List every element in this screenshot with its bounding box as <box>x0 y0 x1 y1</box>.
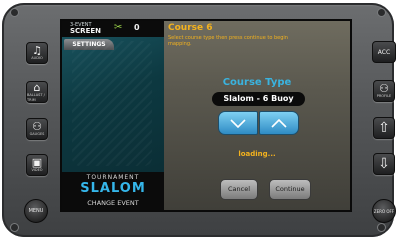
gauges-button[interactable]: ⚇ GAUGES <box>26 118 48 140</box>
audio-button[interactable]: ♫ AUDIO <box>26 42 48 64</box>
arrow-down-icon: ⇩ <box>378 156 390 172</box>
profile-button[interactable]: ⚇ PROFILE <box>373 80 395 102</box>
ballast-trim-button[interactable]: ⌂ BALLAST / TRIM <box>26 81 48 103</box>
up-button[interactable]: ⇧ <box>373 117 395 139</box>
cancel-button[interactable]: Cancel <box>220 179 258 200</box>
loading-status: loading... <box>238 150 276 158</box>
course-dialog: Course 6 Select course type then press c… <box>164 21 350 210</box>
gauges-caption: GAUGES <box>29 132 45 136</box>
profile-caption: PROFILE <box>376 94 392 98</box>
course-type-value: Slalom - 6 Buoy <box>212 92 305 106</box>
audio-caption: AUDIO <box>31 56 43 60</box>
event-panel[interactable]: TOURNAMENT SLALOM CHANGE EVENT <box>62 172 164 210</box>
screw-icon <box>11 9 18 16</box>
acc-label: ACC <box>377 48 391 56</box>
arrow-up-icon: ⇧ <box>378 120 390 136</box>
course-type-selector <box>218 111 299 135</box>
menu-label: MENU <box>28 208 44 214</box>
tournament-label: TOURNAMENT <box>86 174 140 181</box>
ballast-trim-caption: BALLAST / TRIM <box>27 92 45 102</box>
course-instructions: Select course type then press continue t… <box>168 35 288 47</box>
gauges-icon: ⚇ <box>32 120 42 133</box>
video-caption: VIDEO <box>31 168 43 172</box>
counter-value: 0 <box>134 23 140 32</box>
settings-tab[interactable]: SETTINGS <box>64 39 114 50</box>
course-type-label: Course Type <box>222 77 292 88</box>
screw-icon <box>11 224 18 231</box>
music-note-icon: ♫ <box>32 44 42 57</box>
course-type-down-button[interactable] <box>218 111 258 135</box>
course-type-up-button[interactable] <box>259 111 299 135</box>
profile-icon: ⚇ <box>379 82 389 95</box>
screw-icon <box>378 224 385 231</box>
ballast-icon: ⌂ <box>33 80 41 94</box>
acc-button[interactable]: ACC <box>372 41 396 63</box>
skier-icon: ✂ <box>114 22 123 33</box>
display-screen: 3-EVENT SCREEN ✂ 0 SETTINGS TOURNAMENT S… <box>60 19 352 212</box>
change-event-label: CHANGE EVENT <box>87 199 139 207</box>
left-panel: 3-EVENT SCREEN ✂ 0 SETTINGS TOURNAMENT S… <box>62 21 164 210</box>
top-status-bar[interactable]: 3-EVENT SCREEN ✂ 0 <box>62 21 164 37</box>
chevron-up-icon <box>271 118 287 128</box>
zero-off-label: ZERO OFF <box>373 208 395 214</box>
zero-off-button[interactable]: ZERO OFF <box>372 199 396 223</box>
chevron-down-icon <box>230 118 246 128</box>
event-name: SLALOM <box>80 181 146 196</box>
video-icon: ▣ <box>31 156 43 169</box>
screen-mode-line2: SCREEN <box>70 27 101 35</box>
screw-icon <box>378 9 385 16</box>
course-title: Course 6 <box>168 23 213 33</box>
menu-button[interactable]: MENU <box>24 199 48 223</box>
down-button[interactable]: ⇩ <box>373 153 395 175</box>
continue-button[interactable]: Continue <box>269 179 311 200</box>
video-button[interactable]: ▣ VIDEO <box>26 154 48 176</box>
